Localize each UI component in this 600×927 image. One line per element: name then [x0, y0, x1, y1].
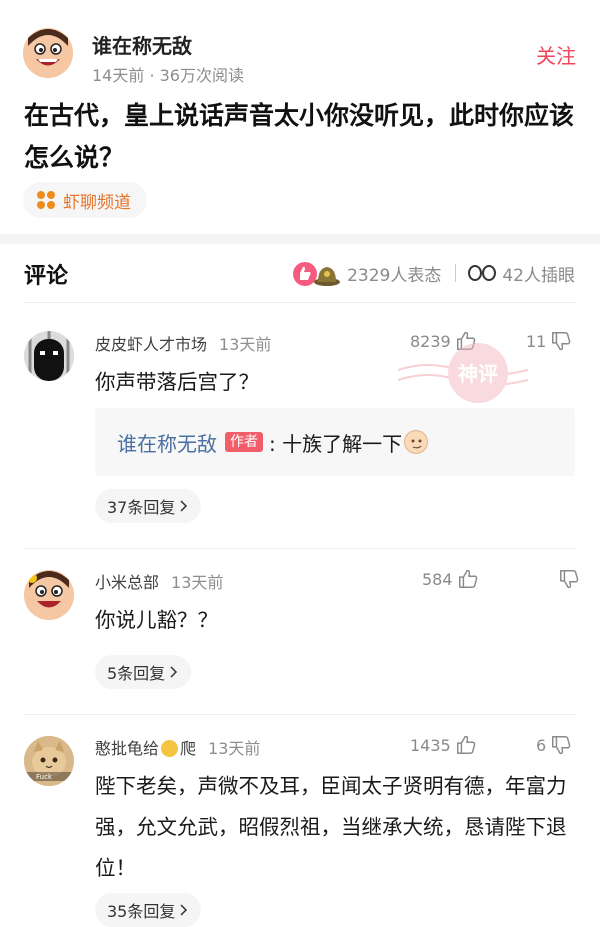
dislike-button[interactable]: 6	[536, 734, 572, 756]
comment-time: 13天前	[208, 739, 261, 758]
thumbs-up-icon	[456, 331, 476, 350]
comment-text: 你声带落后宫了？	[95, 370, 259, 394]
like-count: 584	[422, 569, 453, 589]
avatar-caption: Fuck	[36, 773, 53, 781]
comment-user[interactable]: 憨批龟给 爬 13天前	[95, 735, 260, 759]
commenter-avatar[interactable]	[24, 570, 74, 620]
comment-text: 你说儿豁？？	[95, 608, 218, 632]
comment-divider	[24, 714, 576, 715]
post-header: 谁在称无敌 14天前 · 36万次阅读 关注 在古代，皇上说话声音太小你没听见，…	[0, 0, 600, 234]
comment-time: 13天前	[171, 573, 224, 592]
author-avatar[interactable]	[23, 28, 73, 78]
like-count: 8239	[410, 331, 451, 351]
insert-eye-count: 42人插眼	[502, 265, 575, 286]
thumbs-down-icon	[552, 332, 571, 351]
post-meta: 14天前 · 36万次阅读	[92, 66, 244, 85]
channel-label: 虾聊频道	[63, 192, 131, 213]
chevron-right-icon	[170, 666, 178, 678]
reactions-separator	[455, 264, 457, 282]
comment-username[interactable]: 皮皮虾人才市场	[95, 335, 207, 354]
replies-button[interactable]: 35条回复	[95, 893, 202, 927]
author-reply-name[interactable]: 谁在称无敌	[117, 428, 217, 457]
like-button[interactable]: 584	[422, 568, 479, 590]
chevron-right-icon	[180, 500, 188, 512]
comments-header: 评论 2329人表态 42人插眼	[0, 244, 600, 302]
author-reply-text: : 十族了解一下	[269, 431, 403, 456]
replies-count: 37条回复	[107, 498, 176, 517]
channel-icon	[37, 191, 55, 209]
thumbs-up-icon	[458, 569, 477, 588]
reactions-count: 2329人表态	[347, 265, 442, 286]
chevron-right-icon	[180, 904, 188, 916]
comments-title: 评论	[24, 264, 69, 289]
post-title: 在古代，皇上说话声音太小你没听见，此时你应该怎么说？	[24, 101, 575, 172]
hat-reaction-icon	[313, 264, 341, 286]
reaction-icons	[293, 260, 343, 286]
commenter-avatar[interactable]: Fuck	[24, 736, 74, 786]
smirk-emoji-icon	[404, 430, 429, 454]
comment-time: 13天前	[219, 335, 272, 354]
dislike-count: 11	[526, 331, 547, 351]
comment-username[interactable]: 小米总部	[95, 573, 159, 592]
dislike-count: 6	[536, 735, 547, 755]
like-button[interactable]: 1435	[410, 734, 477, 756]
face-emoji-icon	[161, 740, 179, 757]
eyes-icon	[468, 262, 498, 284]
thumbs-up-icon	[456, 735, 476, 754]
commenter-avatar[interactable]	[24, 331, 74, 381]
header-divider	[24, 302, 576, 303]
replies-button[interactable]: 37条回复	[95, 489, 202, 523]
replies-count: 35条回复	[107, 902, 176, 921]
comment-username[interactable]: 憨批龟给	[95, 739, 159, 758]
like-button[interactable]: 8239	[410, 330, 477, 352]
dislike-button[interactable]: 11	[526, 330, 572, 352]
replies-count: 5条回复	[107, 664, 166, 683]
comment-text: 陛下老矣，声微不及耳，臣闻太子贤明有德，年富力强，允文允武，昭假烈祖，当继承大统…	[95, 774, 567, 880]
like-count: 1435	[410, 735, 451, 755]
reactions-summary[interactable]: 2329人表态 42人插眼	[293, 260, 575, 286]
thumbs-down-icon	[552, 736, 571, 755]
comment-user[interactable]: 小米总部 13天前	[95, 569, 223, 593]
section-divider	[0, 234, 600, 244]
replies-button[interactable]: 5条回复	[95, 655, 192, 689]
comment-username-suffix: 爬	[180, 739, 197, 758]
follow-button[interactable]: 关注	[536, 40, 576, 69]
author-reply[interactable]: 谁在称无敌 作者 : 十族了解一下	[95, 408, 575, 476]
thumbs-down-icon	[560, 570, 579, 589]
author-badge: 作者	[225, 432, 263, 452]
dislike-button[interactable]	[554, 568, 580, 590]
comment-user[interactable]: 皮皮虾人才市场 13天前	[95, 331, 271, 355]
comment-divider	[24, 548, 576, 549]
channel-chip[interactable]: 虾聊频道	[23, 182, 147, 218]
post-author-name[interactable]: 谁在称无敌	[92, 30, 192, 59]
